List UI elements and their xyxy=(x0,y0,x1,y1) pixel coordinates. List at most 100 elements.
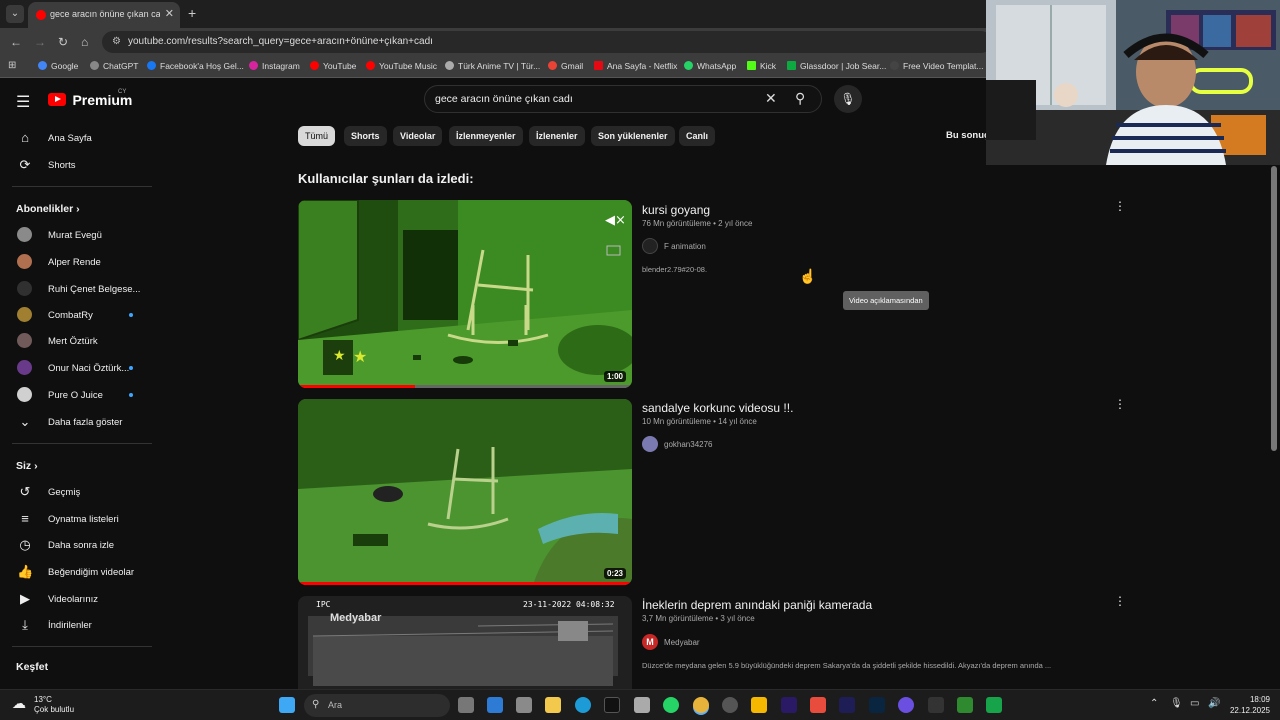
subscription-item[interactable]: Murat Evegü xyxy=(0,222,152,248)
channel-avatar[interactable] xyxy=(642,436,658,452)
bookmark-whatsapp[interactable]: WhatsApp xyxy=(684,61,736,71)
bookmark-gmail[interactable]: Gmail xyxy=(548,61,583,71)
more-options-icon[interactable]: ⋮ xyxy=(1114,594,1126,608)
edge-icon[interactable] xyxy=(575,697,591,713)
bookmark-instagram[interactable]: Instagram xyxy=(249,61,300,71)
video-title[interactable]: kursi goyang xyxy=(642,203,710,217)
whatsapp-app-icon[interactable] xyxy=(663,697,679,713)
mail-icon[interactable] xyxy=(487,697,503,713)
chip-videos[interactable]: Videolar xyxy=(393,126,443,146)
sidebar-item-downloads[interactable]: ⤓ İndirilenler xyxy=(0,612,152,638)
reload-icon[interactable]: ↻ xyxy=(58,35,68,49)
scrollbar[interactable] xyxy=(1271,166,1277,451)
channel-avatar[interactable]: M xyxy=(642,634,658,650)
bookmark-netflix[interactable]: Ana Sayfa - Netflix xyxy=(594,61,677,71)
sidebar-item-your-videos[interactable]: ▶ Videolarınız xyxy=(0,586,152,612)
chip-shorts[interactable]: Shorts xyxy=(344,126,387,146)
address-bar[interactable]: ⚙ youtube.com/results?search_query=gece+… xyxy=(102,31,992,53)
hamburger-menu-icon[interactable]: ☰ xyxy=(16,92,30,112)
app-icon[interactable] xyxy=(986,697,1002,713)
site-info-icon[interactable]: ⚙ xyxy=(112,36,121,47)
chrome-icon[interactable] xyxy=(693,697,709,713)
home-button-icon[interactable]: ⌂ xyxy=(81,35,88,49)
start-icon[interactable] xyxy=(279,697,295,713)
clear-search-icon[interactable]: ✕ xyxy=(765,90,777,107)
video-thumbnail[interactable]: IPC Medyabar 23-11-2022 04:08:32 xyxy=(298,596,632,689)
channel-name[interactable]: F animation xyxy=(664,242,706,251)
voice-search-icon[interactable]: 🎙 xyxy=(834,85,862,113)
sidebar-item-shorts[interactable]: ⟳ Shorts xyxy=(0,152,152,178)
you-header[interactable]: Siz › xyxy=(16,460,38,472)
chip-recently-uploaded[interactable]: Son yüklenenler xyxy=(591,126,675,146)
chip-all[interactable]: Tümü xyxy=(298,126,336,146)
chip-watched[interactable]: İzlenenler xyxy=(529,126,585,146)
file-explorer-icon[interactable] xyxy=(751,697,767,713)
tab-list-button[interactable]: ⌄ xyxy=(6,5,24,23)
notepad-icon[interactable] xyxy=(634,697,650,713)
bookmark-turk-anime[interactable]: Türk Anime TV | Tür... xyxy=(445,61,540,71)
network-icon[interactable]: ▭ xyxy=(1190,698,1199,709)
channel-name[interactable]: Medyabar xyxy=(664,638,700,647)
bookmark-kick[interactable]: Kick xyxy=(747,61,776,71)
channel-name[interactable]: gokhan34276 xyxy=(664,440,713,449)
subscriptions-header[interactable]: Abonelikler › xyxy=(16,203,80,215)
video-title[interactable]: sandalye korkunc videosu !!. xyxy=(642,401,793,415)
microphone-icon[interactable]: 🎙 xyxy=(1170,698,1183,709)
video-thumbnail[interactable]: 0:23 xyxy=(298,399,632,585)
chip-unwatched[interactable]: İzlenmeyenler xyxy=(449,126,523,146)
steam-icon[interactable] xyxy=(722,697,738,713)
premiere-icon[interactable] xyxy=(781,697,797,713)
browser-tab[interactable]: gece aracın önüne çıkan cadı - ✕ xyxy=(28,2,180,28)
bookmark-chatgpt[interactable]: ChatGPT xyxy=(90,61,138,71)
search-icon[interactable]: ⚲ xyxy=(795,90,805,107)
your-videos-icon: ▶ xyxy=(20,591,30,606)
subscription-item[interactable]: Onur Naci Öztürk... xyxy=(0,355,152,381)
store-icon[interactable] xyxy=(545,697,561,713)
new-tab-icon[interactable]: + xyxy=(188,5,196,21)
subscription-item[interactable]: CombatRy xyxy=(0,302,152,328)
chevron-up-icon[interactable]: ⌃ xyxy=(1150,698,1158,709)
sidebar-item-home[interactable]: ⌂ Ana Sayfa xyxy=(0,125,152,151)
taskbar-search[interactable]: ⚲ Ara xyxy=(304,694,450,717)
capcut-icon[interactable] xyxy=(928,697,944,713)
bookmark-google[interactable]: Google xyxy=(38,61,78,71)
calculator-icon[interactable] xyxy=(516,697,532,713)
volume-icon[interactable]: 🔊 xyxy=(1208,698,1220,709)
bookmark-youtube[interactable]: YouTube xyxy=(310,61,356,71)
filters-button[interactable]: Bu sonuç xyxy=(946,130,989,141)
more-options-icon[interactable]: ⋮ xyxy=(1114,199,1126,213)
photoshop-icon[interactable] xyxy=(869,697,885,713)
task-view-icon[interactable] xyxy=(458,697,474,713)
subscription-item[interactable]: Ruhi Çenet Belgese... xyxy=(0,276,152,302)
youtube-premium-logo[interactable]: Premium CY xyxy=(48,89,132,110)
video-title[interactable]: İneklerin deprem anındaki paniği kamerad… xyxy=(642,598,872,612)
taskbar-clock[interactable]: 18:09 22.12.2025 xyxy=(1226,694,1270,716)
app-icon[interactable] xyxy=(810,697,826,713)
bookmark-glassdoor[interactable]: Glassdoor | Job Sear... xyxy=(787,61,886,71)
chip-live[interactable]: Canlı xyxy=(679,126,716,146)
tiktok-icon[interactable] xyxy=(604,697,620,713)
bookmark-facebook[interactable]: Facebook'a Hoş Gel... xyxy=(147,61,244,71)
search-input[interactable]: gece aracın önüne çıkan cadı xyxy=(435,93,573,105)
more-options-icon[interactable]: ⋮ xyxy=(1114,397,1126,411)
subscription-item[interactable]: Pure O Juice xyxy=(0,382,152,408)
sidebar-item-playlists[interactable]: ≡ Oynatma listeleri xyxy=(0,506,152,532)
channel-avatar[interactable] xyxy=(642,238,658,254)
video-thumbnail[interactable]: ★ ★ ◀× 1:00 xyxy=(298,200,632,388)
bookmark-youtube-music[interactable]: YouTube Music xyxy=(366,61,437,71)
back-icon[interactable]: ← xyxy=(10,35,22,49)
sidebar-item-liked[interactable]: 👍 Beğendiğim videolar xyxy=(0,559,152,585)
forward-icon[interactable]: → xyxy=(34,35,46,49)
bookmark-free-video[interactable]: Free Video Templat... xyxy=(890,61,983,71)
subscription-item[interactable]: Mert Öztürk xyxy=(0,328,152,354)
xbox-icon[interactable] xyxy=(957,697,973,713)
after-effects-icon[interactable] xyxy=(839,697,855,713)
search-box[interactable]: gece aracın önüne çıkan cadı ✕ ⚲ xyxy=(424,85,822,113)
subscription-item[interactable]: Alper Rende xyxy=(0,249,152,275)
app-icon[interactable] xyxy=(898,697,914,713)
apps-grid-icon[interactable]: ⊞ xyxy=(8,60,16,71)
sidebar-show-more[interactable]: ⌄ Daha fazla göster xyxy=(0,409,152,435)
sidebar-item-history[interactable]: ↺ Geçmiş xyxy=(0,479,152,505)
close-tab-icon[interactable]: ✕ xyxy=(165,7,174,20)
sidebar-item-watch-later[interactable]: ◷ Daha sonra izle xyxy=(0,532,152,558)
